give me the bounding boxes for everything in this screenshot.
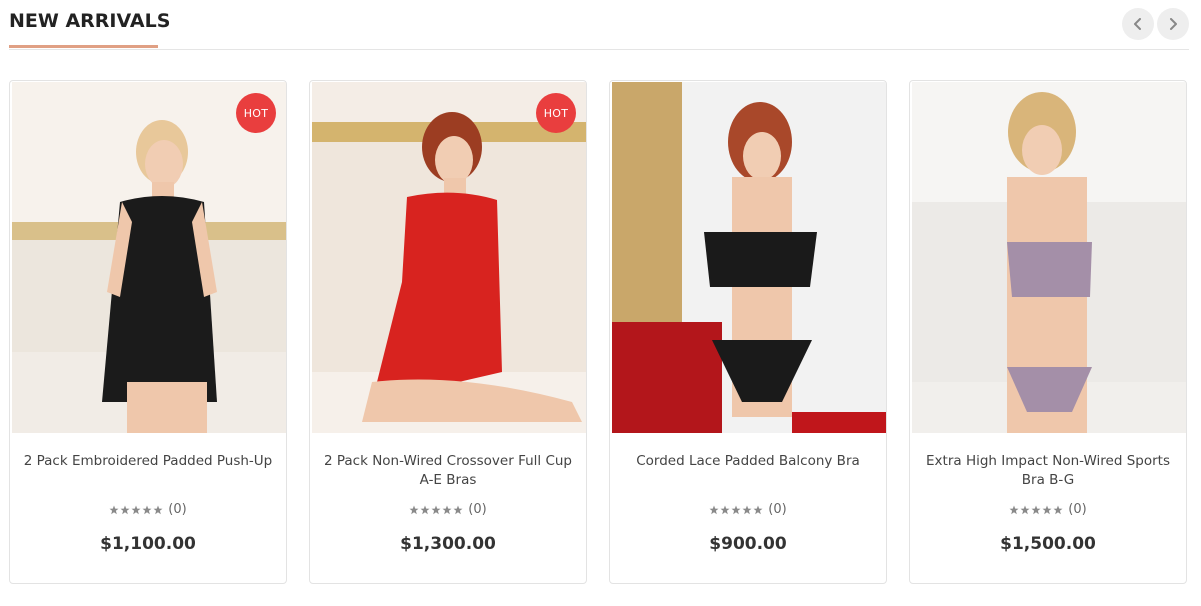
product-card[interactable]: HOT 2 Pack Embroidered Padded Push-Up (0… — [9, 80, 287, 584]
rating-count: (0) — [768, 502, 787, 517]
product-title[interactable]: 2 Pack Non-Wired Crossover Full Cup A-E … — [322, 452, 574, 490]
section-header: NEW ARRIVALS — [9, 0, 1189, 50]
rating-count: (0) — [168, 502, 187, 517]
star-icon — [1053, 505, 1063, 514]
carousel-next-button[interactable] — [1157, 8, 1189, 40]
hot-badge: HOT — [536, 93, 576, 133]
star-icon — [431, 505, 441, 514]
carousel-prev-button[interactable] — [1122, 8, 1154, 40]
star-icon — [753, 505, 763, 514]
product-title[interactable]: Extra High Impact Non-Wired Sports Bra B… — [922, 452, 1174, 490]
star-icon — [742, 505, 752, 514]
product-price: $1,300.00 — [400, 534, 496, 554]
rating-stars — [109, 502, 164, 517]
product-rating: (0) — [910, 502, 1186, 517]
rating-stars — [709, 502, 764, 517]
chevron-left-icon — [1134, 18, 1141, 30]
star-icon — [1042, 505, 1052, 514]
hot-badge: HOT — [236, 93, 276, 133]
star-icon — [409, 505, 419, 514]
star-icon — [109, 505, 119, 514]
star-icon — [131, 505, 141, 514]
product-title[interactable]: 2 Pack Embroidered Padded Push-Up — [22, 452, 274, 471]
product-image[interactable] — [612, 82, 886, 433]
star-icon — [142, 505, 152, 514]
star-icon — [120, 505, 130, 514]
product-card[interactable]: Corded Lace Padded Balcony Bra (0) $900.… — [609, 80, 887, 584]
star-icon — [1020, 505, 1030, 514]
product-card[interactable]: HOT 2 Pack Non-Wired Crossover Full Cup … — [309, 80, 587, 584]
star-icon — [153, 505, 163, 514]
product-price: $1,500.00 — [1000, 534, 1096, 554]
rating-count: (0) — [1068, 502, 1087, 517]
product-title[interactable]: Corded Lace Padded Balcony Bra — [622, 452, 874, 471]
rating-stars — [409, 502, 464, 517]
star-icon — [442, 505, 452, 514]
star-icon — [1009, 505, 1019, 514]
product-rating: (0) — [610, 502, 886, 517]
section-title: NEW ARRIVALS — [9, 10, 171, 32]
product-image[interactable] — [912, 82, 1186, 433]
rating-count: (0) — [468, 502, 487, 517]
rating-stars — [1009, 502, 1064, 517]
chevron-right-icon — [1170, 18, 1177, 30]
star-icon — [720, 505, 730, 514]
star-icon — [709, 505, 719, 514]
garment-shape — [704, 232, 817, 287]
product-image[interactable] — [12, 82, 286, 433]
product-card[interactable]: Extra High Impact Non-Wired Sports Bra B… — [909, 80, 1187, 584]
product-price: $900.00 — [709, 534, 787, 554]
star-icon — [1031, 505, 1041, 514]
title-underline — [9, 45, 158, 48]
star-icon — [420, 505, 430, 514]
star-icon — [731, 505, 741, 514]
product-price: $1,100.00 — [100, 534, 196, 554]
product-image[interactable] — [312, 82, 586, 433]
garment-shape — [1007, 242, 1092, 297]
product-rating: (0) — [10, 502, 286, 517]
star-icon — [453, 505, 463, 514]
product-rating: (0) — [310, 502, 586, 517]
